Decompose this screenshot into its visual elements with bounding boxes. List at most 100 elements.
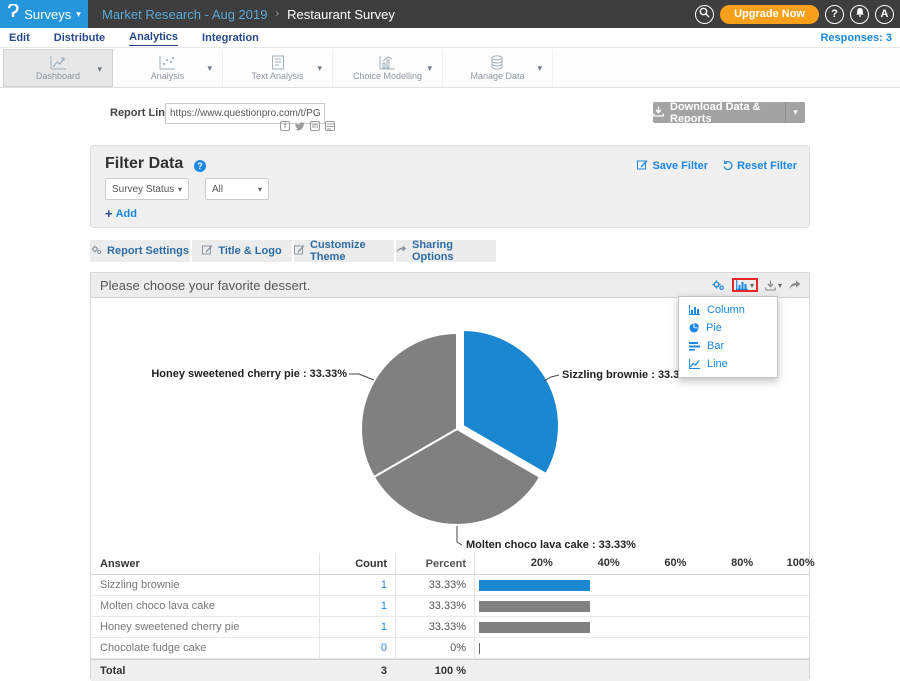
filter-help-icon[interactable]: ? <box>194 160 206 172</box>
menu-item-analytics[interactable]: Analytics <box>129 29 178 46</box>
tab-customize-theme[interactable]: Customize Theme <box>294 240 394 262</box>
notifications-button[interactable] <box>850 5 869 24</box>
table-row: Sizzling brownie 1 33.33% <box>91 575 809 596</box>
chart-type-option-column[interactable]: Column <box>679 301 777 319</box>
toolbar-item-dashboard[interactable]: Dashboard ▾ <box>3 49 113 87</box>
table-row: Molten choco lava cake 1 33.33% <box>91 596 809 617</box>
surveys-menu-button[interactable]: Surveys ▾ <box>0 0 88 28</box>
tab-report-settings[interactable]: Report Settings <box>90 240 190 262</box>
pie-label-honey: Honey sweetened cherry pie : 33.33% <box>151 368 347 380</box>
dashboard-caret-icon[interactable]: ▾ <box>97 64 102 75</box>
line-chart-icon <box>689 359 700 369</box>
text-analysis-caret-icon[interactable]: ▾ <box>317 63 322 74</box>
count-link[interactable]: 0 <box>381 642 387 654</box>
gears-blue-icon <box>712 280 725 291</box>
tab-label: Sharing Options <box>412 239 496 263</box>
add-filter-label: Add <box>116 208 137 220</box>
account-avatar[interactable]: A <box>875 5 894 24</box>
chart-download-caret-icon: ▾ <box>778 281 782 290</box>
result-bar <box>479 622 590 633</box>
save-filter-link[interactable]: Save Filter <box>637 159 708 173</box>
count-link[interactable]: 1 <box>381 579 387 591</box>
toolbar-label: Analysis <box>151 71 185 81</box>
table-header-row: Answer Count Percent 20% 40% 60% 80% 100… <box>91 553 809 575</box>
manage-data-caret-icon[interactable]: ▾ <box>537 63 542 74</box>
toolbar-label: Dashboard <box>36 71 80 81</box>
help-button[interactable]: ? <box>825 5 844 24</box>
axis-tick: 60% <box>664 557 686 569</box>
filter-value-select[interactable]: All ▾ <box>205 178 269 200</box>
download-data-reports-button[interactable]: Download Data & Reports <box>653 102 805 123</box>
report-tabs: Report Settings Title & Logo Customize T… <box>90 240 496 262</box>
annotation-highlight-box: ▾ <box>732 278 758 292</box>
toolbar-item-text-analysis[interactable]: Text Analysis ▾ <box>223 49 333 87</box>
menu-item-integration[interactable]: Integration <box>202 30 259 46</box>
total-label: Total <box>91 665 319 677</box>
toolbar-label: Text Analysis <box>251 71 303 81</box>
tab-label: Customize Theme <box>310 239 394 263</box>
answer-label: Chocolate fudge cake <box>91 642 319 654</box>
download-options-caret[interactable]: ▾ <box>785 102 805 123</box>
responses-count[interactable]: Responses: 3 <box>820 32 892 44</box>
leader-line-honey <box>349 374 374 380</box>
chart-type-dropdown: Column Pie Bar Line <box>678 296 778 378</box>
analysis-caret-icon[interactable]: ▾ <box>207 63 212 74</box>
percent-value: 33.33% <box>395 575 474 595</box>
tab-title-logo[interactable]: Title & Logo <box>192 240 292 262</box>
breadcrumb-current: Restaurant Survey <box>287 7 395 22</box>
share-arrow-icon <box>396 245 407 257</box>
chart-type-option-line[interactable]: Line <box>679 355 777 373</box>
choice-modelling-caret-icon[interactable]: ▾ <box>427 63 432 74</box>
chart-type-caret-icon: ▾ <box>750 281 754 290</box>
facebook-icon[interactable]: f <box>280 121 290 131</box>
chart-settings-button[interactable] <box>712 280 725 291</box>
percent-value: 0% <box>395 638 474 658</box>
search-button[interactable] <box>695 5 714 24</box>
upgrade-now-button[interactable]: Upgrade Now <box>720 5 819 24</box>
filter-data-panel: Filter Data ? Save Filter Reset Filter S… <box>90 145 810 228</box>
pie-chart-icon <box>689 323 699 333</box>
menu-item-distribute[interactable]: Distribute <box>54 30 105 46</box>
search-icon <box>699 7 710 21</box>
axis-tick: 20% <box>531 557 553 569</box>
plus-icon: + <box>105 206 113 221</box>
chart-type-option-pie[interactable]: Pie <box>679 319 777 337</box>
toolbar-item-manage-data[interactable]: Manage Data ▾ <box>443 49 553 87</box>
chart-share-button[interactable] <box>789 280 801 290</box>
survey-status-select[interactable]: Survey Status ▾ <box>105 178 189 200</box>
twitter-icon[interactable] <box>295 121 305 131</box>
axis-tick: 40% <box>598 557 620 569</box>
chart-type-option-label: Column <box>707 304 745 316</box>
linkedin-icon[interactable]: in <box>310 121 320 131</box>
header-answer: Answer <box>91 558 319 570</box>
save-filter-label: Save Filter <box>652 160 708 172</box>
breadcrumb-parent[interactable]: Market Research - Aug 2019 <box>102 7 267 22</box>
chart-type-button[interactable]: ▾ <box>736 280 754 290</box>
pencil-icon <box>294 244 305 258</box>
count-link[interactable]: 1 <box>381 600 387 612</box>
select-caret-icon: ▾ <box>178 185 182 194</box>
tab-label: Title & Logo <box>218 245 281 257</box>
table-row: Chocolate fudge cake 0 0% <box>91 638 809 659</box>
chart-type-option-label: Bar <box>707 340 724 352</box>
toolbar-item-choice-modelling[interactable]: Choice Modelling ▾ <box>333 49 443 87</box>
chart-type-option-bar[interactable]: Bar <box>679 337 777 355</box>
answer-label: Molten choco lava cake <box>91 600 319 612</box>
toolbar-item-analysis[interactable]: Analysis ▾ <box>113 49 223 87</box>
bell-icon <box>855 7 865 21</box>
embed-icon[interactable] <box>325 121 335 131</box>
answer-label: Sizzling brownie <box>91 579 319 591</box>
tab-sharing-options[interactable]: Sharing Options <box>396 240 496 262</box>
chart-download-button[interactable]: ▾ <box>765 280 782 291</box>
menu-item-edit[interactable]: Edit <box>9 30 30 46</box>
reset-filter-link[interactable]: Reset Filter <box>722 159 797 173</box>
results-table: Answer Count Percent 20% 40% 60% 80% 100… <box>91 553 809 681</box>
main-menu: Edit Distribute Analytics Integration Re… <box>0 28 900 48</box>
survey-status-value: Survey Status <box>112 184 174 195</box>
tab-label: Report Settings <box>107 245 189 257</box>
count-link[interactable]: 1 <box>381 621 387 633</box>
add-filter-button[interactable]: + Add <box>105 206 137 221</box>
top-navbar: Surveys ▾ Market Research - Aug 2019 › R… <box>0 0 900 28</box>
table-row: Honey sweetened cherry pie 1 33.33% <box>91 617 809 638</box>
question-title: Please choose your favorite dessert. <box>100 278 310 293</box>
